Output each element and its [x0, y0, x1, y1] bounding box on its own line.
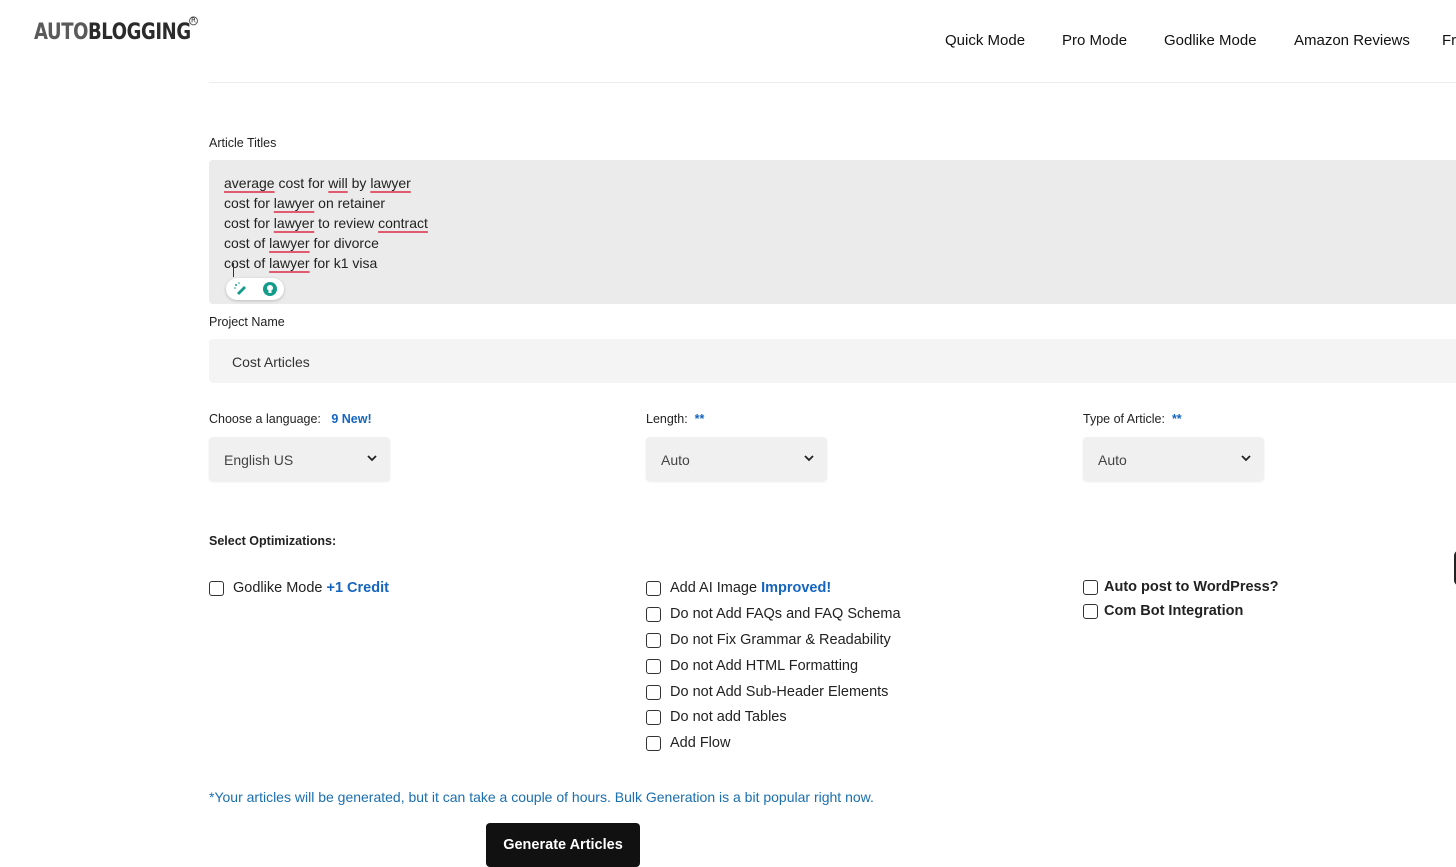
- checkbox-box[interactable]: [646, 735, 661, 751]
- autoblogging-logo[interactable]: AUTOBLOGGING R: [34, 16, 198, 52]
- title-line: cost for lawyer on retainer: [224, 195, 386, 211]
- no-subheaders-label: Do not Add Sub-Header Elements: [670, 684, 889, 700]
- no-html-formatting-checkbox[interactable]: Do not Add HTML Formatting: [646, 658, 858, 674]
- chevron-down-icon: [367, 455, 377, 462]
- article-titles-text: average cost for will by lawyer cost for…: [224, 173, 428, 273]
- no-subheaders-checkbox[interactable]: Do not Add Sub-Header Elements: [646, 684, 888, 700]
- nav-amazon-reviews[interactable]: Amazon Reviews: [1294, 32, 1410, 49]
- checkbox-box[interactable]: [209, 580, 224, 596]
- checkbox-box[interactable]: [1083, 579, 1098, 595]
- language-value: English US: [224, 452, 294, 468]
- text-cursor: [233, 263, 234, 277]
- article-type-label: Type of Article: **: [1083, 412, 1182, 426]
- logo-part1: AUTO: [34, 19, 88, 46]
- language-select[interactable]: English US: [209, 437, 390, 481]
- auto-post-wordpress-checkbox[interactable]: Auto post to WordPress?: [1083, 579, 1279, 595]
- length-badge: **: [694, 412, 705, 426]
- godlike-mode-checkbox[interactable]: Godlike Mode +1 Credit: [209, 580, 389, 596]
- generate-articles-button[interactable]: Generate Articles: [486, 823, 640, 867]
- title-line: average cost for will by lawyer: [224, 175, 411, 191]
- no-faqs-label: Do not Add FAQs and FAQ Schema: [670, 606, 901, 622]
- lightbulb-icon[interactable]: [262, 281, 278, 297]
- article-type-value: Auto: [1098, 452, 1127, 468]
- no-html-formatting-label: Do not Add HTML Formatting: [670, 658, 859, 674]
- length-label: Length: **: [646, 412, 705, 426]
- title-line: cost for lawyer to review contract: [224, 215, 428, 231]
- no-tables-label: Do not add Tables: [670, 709, 787, 725]
- chevron-down-icon: [1241, 455, 1251, 462]
- generation-notice: *Your articles will be generated, but it…: [209, 789, 874, 805]
- nav-item-truncated[interactable]: Fr: [1442, 32, 1456, 49]
- no-grammar-fix-label: Do not Fix Grammar & Readability: [670, 632, 891, 648]
- add-ai-image-label: Add AI Image: [670, 580, 758, 596]
- checkbox-box[interactable]: [646, 580, 661, 596]
- article-titles-textarea[interactable]: average cost for will by lawyer cost for…: [209, 160, 1456, 304]
- article-type-badge: **: [1171, 412, 1182, 426]
- checkbox-box[interactable]: [646, 632, 661, 648]
- credit-badge: +1 Credit: [326, 580, 389, 596]
- checkbox-box[interactable]: [646, 684, 661, 700]
- title-line: cost of lawyer for k1 visa: [224, 255, 378, 271]
- length-value: Auto: [661, 452, 690, 468]
- improved-badge: Improved!: [761, 580, 832, 596]
- length-select[interactable]: Auto: [646, 437, 827, 481]
- com-bot-integration-label: Com Bot Integration: [1104, 603, 1244, 619]
- checkbox-box[interactable]: [646, 658, 661, 674]
- logo-registered-mark: R: [188, 16, 198, 26]
- nav-godlike-mode[interactable]: Godlike Mode: [1164, 32, 1257, 49]
- auto-post-wordpress-label: Auto post to WordPress?: [1104, 579, 1279, 595]
- title-line: cost of lawyer for divorce: [224, 235, 379, 251]
- nav-divider: [209, 82, 1456, 83]
- checkbox-box[interactable]: [646, 606, 661, 622]
- nav-quick-mode[interactable]: Quick Mode: [945, 32, 1025, 49]
- article-titles-label: Article Titles: [209, 136, 277, 150]
- writing-assistant-toolbar: [226, 278, 284, 300]
- chevron-down-icon: [804, 455, 814, 462]
- top-nav: Quick Mode Pro Mode Godlike Mode Amazon …: [945, 32, 1456, 52]
- nav-pro-mode[interactable]: Pro Mode: [1062, 32, 1127, 49]
- godlike-mode-label: Godlike Mode: [233, 580, 323, 596]
- logo-part2: BLOGGING: [87, 19, 191, 46]
- no-faqs-checkbox[interactable]: Do not Add FAQs and FAQ Schema: [646, 606, 901, 622]
- magic-pen-icon[interactable]: [233, 281, 249, 297]
- no-tables-checkbox[interactable]: Do not add Tables: [646, 709, 787, 725]
- optimizations-label: Select Optimizations:: [209, 534, 337, 548]
- checkbox-box[interactable]: [1083, 603, 1098, 619]
- project-name-label: Project Name: [209, 315, 285, 329]
- add-flow-label: Add Flow: [670, 735, 731, 751]
- language-new-badge: 9 New!: [331, 412, 372, 426]
- add-ai-image-checkbox[interactable]: Add AI Image Improved!: [646, 580, 831, 596]
- checkbox-box[interactable]: [646, 709, 661, 725]
- project-name-input[interactable]: Cost Articles: [209, 339, 1456, 383]
- add-flow-checkbox[interactable]: Add Flow: [646, 735, 730, 751]
- project-name-value: Cost Articles: [232, 354, 310, 370]
- com-bot-integration-checkbox[interactable]: Com Bot Integration: [1083, 603, 1243, 619]
- article-type-select[interactable]: Auto: [1083, 437, 1264, 481]
- language-label: Choose a language: 9 New!: [209, 412, 372, 426]
- no-grammar-fix-checkbox[interactable]: Do not Fix Grammar & Readability: [646, 632, 891, 648]
